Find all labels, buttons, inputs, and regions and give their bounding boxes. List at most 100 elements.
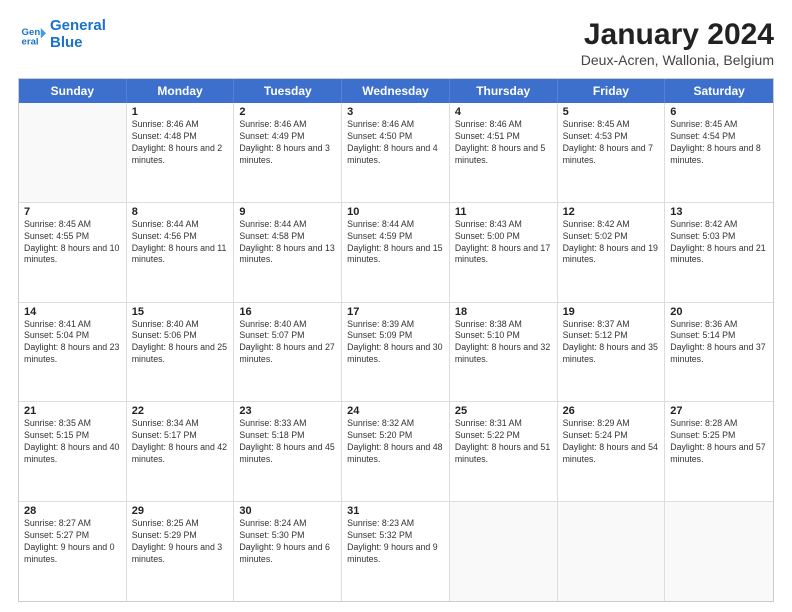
day-number: 8 [132, 206, 229, 218]
header-day-saturday: Saturday [665, 79, 773, 103]
cell-info: Sunrise: 8:45 AMSunset: 4:55 PMDaylight:… [24, 219, 121, 267]
cell-info: Sunrise: 8:24 AMSunset: 5:30 PMDaylight:… [239, 518, 336, 566]
calendar-cell: 15Sunrise: 8:40 AMSunset: 5:06 PMDayligh… [127, 303, 235, 402]
calendar-cell: 3Sunrise: 8:46 AMSunset: 4:50 PMDaylight… [342, 103, 450, 202]
calendar-row-3: 21Sunrise: 8:35 AMSunset: 5:15 PMDayligh… [19, 402, 773, 502]
cell-info: Sunrise: 8:37 AMSunset: 5:12 PMDaylight:… [563, 319, 660, 367]
cell-info: Sunrise: 8:40 AMSunset: 5:06 PMDaylight:… [132, 319, 229, 367]
day-number: 24 [347, 405, 444, 417]
calendar-cell: 13Sunrise: 8:42 AMSunset: 5:03 PMDayligh… [665, 203, 773, 302]
cell-info: Sunrise: 8:28 AMSunset: 5:25 PMDaylight:… [670, 418, 768, 466]
cell-info: Sunrise: 8:33 AMSunset: 5:18 PMDaylight:… [239, 418, 336, 466]
cell-info: Sunrise: 8:42 AMSunset: 5:02 PMDaylight:… [563, 219, 660, 267]
calendar-header: SundayMondayTuesdayWednesdayThursdayFrid… [19, 79, 773, 103]
calendar-cell: 12Sunrise: 8:42 AMSunset: 5:02 PMDayligh… [558, 203, 666, 302]
calendar-cell: 2Sunrise: 8:46 AMSunset: 4:49 PMDaylight… [234, 103, 342, 202]
calendar-cell: 8Sunrise: 8:44 AMSunset: 4:56 PMDaylight… [127, 203, 235, 302]
day-number: 27 [670, 405, 768, 417]
calendar-cell: 19Sunrise: 8:37 AMSunset: 5:12 PMDayligh… [558, 303, 666, 402]
day-number: 1 [132, 106, 229, 118]
cell-info: Sunrise: 8:38 AMSunset: 5:10 PMDaylight:… [455, 319, 552, 367]
calendar-cell [19, 103, 127, 202]
header-day-monday: Monday [127, 79, 235, 103]
day-number: 13 [670, 206, 768, 218]
day-number: 30 [239, 505, 336, 517]
calendar-cell: 1Sunrise: 8:46 AMSunset: 4:48 PMDaylight… [127, 103, 235, 202]
day-number: 21 [24, 405, 121, 417]
header-day-friday: Friday [558, 79, 666, 103]
calendar-cell: 16Sunrise: 8:40 AMSunset: 5:07 PMDayligh… [234, 303, 342, 402]
cell-info: Sunrise: 8:39 AMSunset: 5:09 PMDaylight:… [347, 319, 444, 367]
calendar: SundayMondayTuesdayWednesdayThursdayFrid… [18, 78, 774, 602]
calendar-row-0: 1Sunrise: 8:46 AMSunset: 4:48 PMDaylight… [19, 103, 773, 203]
calendar-cell: 25Sunrise: 8:31 AMSunset: 5:22 PMDayligh… [450, 402, 558, 501]
day-number: 19 [563, 306, 660, 318]
day-number: 16 [239, 306, 336, 318]
calendar-cell [665, 502, 773, 601]
logo-text: General Blue [50, 18, 106, 51]
cell-info: Sunrise: 8:31 AMSunset: 5:22 PMDaylight:… [455, 418, 552, 466]
cell-info: Sunrise: 8:43 AMSunset: 5:00 PMDaylight:… [455, 219, 552, 267]
day-number: 2 [239, 106, 336, 118]
calendar-cell: 28Sunrise: 8:27 AMSunset: 5:27 PMDayligh… [19, 502, 127, 601]
main-title: January 2024 [581, 18, 774, 52]
day-number: 15 [132, 306, 229, 318]
header-day-thursday: Thursday [450, 79, 558, 103]
calendar-cell: 29Sunrise: 8:25 AMSunset: 5:29 PMDayligh… [127, 502, 235, 601]
cell-info: Sunrise: 8:46 AMSunset: 4:49 PMDaylight:… [239, 119, 336, 167]
day-number: 28 [24, 505, 121, 517]
day-number: 10 [347, 206, 444, 218]
calendar-cell: 17Sunrise: 8:39 AMSunset: 5:09 PMDayligh… [342, 303, 450, 402]
day-number: 9 [239, 206, 336, 218]
day-number: 25 [455, 405, 552, 417]
cell-info: Sunrise: 8:44 AMSunset: 4:59 PMDaylight:… [347, 219, 444, 267]
day-number: 5 [563, 106, 660, 118]
cell-info: Sunrise: 8:46 AMSunset: 4:51 PMDaylight:… [455, 119, 552, 167]
cell-info: Sunrise: 8:27 AMSunset: 5:27 PMDaylight:… [24, 518, 121, 566]
logo: Gen eral General Blue [18, 18, 106, 51]
cell-info: Sunrise: 8:42 AMSunset: 5:03 PMDaylight:… [670, 219, 768, 267]
calendar-row-2: 14Sunrise: 8:41 AMSunset: 5:04 PMDayligh… [19, 303, 773, 403]
calendar-cell: 31Sunrise: 8:23 AMSunset: 5:32 PMDayligh… [342, 502, 450, 601]
calendar-cell: 21Sunrise: 8:35 AMSunset: 5:15 PMDayligh… [19, 402, 127, 501]
cell-info: Sunrise: 8:44 AMSunset: 4:56 PMDaylight:… [132, 219, 229, 267]
cell-info: Sunrise: 8:45 AMSunset: 4:53 PMDaylight:… [563, 119, 660, 167]
cell-info: Sunrise: 8:25 AMSunset: 5:29 PMDaylight:… [132, 518, 229, 566]
page: Gen eral General Blue January 2024 Deux-… [0, 0, 792, 612]
day-number: 17 [347, 306, 444, 318]
day-number: 18 [455, 306, 552, 318]
day-number: 11 [455, 206, 552, 218]
calendar-cell: 9Sunrise: 8:44 AMSunset: 4:58 PMDaylight… [234, 203, 342, 302]
day-number: 22 [132, 405, 229, 417]
subtitle: Deux-Acren, Wallonia, Belgium [581, 52, 774, 68]
calendar-body: 1Sunrise: 8:46 AMSunset: 4:48 PMDaylight… [19, 103, 773, 601]
day-number: 3 [347, 106, 444, 118]
day-number: 26 [563, 405, 660, 417]
calendar-cell: 4Sunrise: 8:46 AMSunset: 4:51 PMDaylight… [450, 103, 558, 202]
cell-info: Sunrise: 8:40 AMSunset: 5:07 PMDaylight:… [239, 319, 336, 367]
calendar-cell: 26Sunrise: 8:29 AMSunset: 5:24 PMDayligh… [558, 402, 666, 501]
calendar-cell: 14Sunrise: 8:41 AMSunset: 5:04 PMDayligh… [19, 303, 127, 402]
day-number: 23 [239, 405, 336, 417]
day-number: 14 [24, 306, 121, 318]
calendar-cell: 18Sunrise: 8:38 AMSunset: 5:10 PMDayligh… [450, 303, 558, 402]
logo-line2: Blue [50, 34, 83, 51]
day-number: 6 [670, 106, 768, 118]
cell-info: Sunrise: 8:29 AMSunset: 5:24 PMDaylight:… [563, 418, 660, 466]
calendar-cell [558, 502, 666, 601]
calendar-cell: 27Sunrise: 8:28 AMSunset: 5:25 PMDayligh… [665, 402, 773, 501]
day-number: 20 [670, 306, 768, 318]
cell-info: Sunrise: 8:41 AMSunset: 5:04 PMDaylight:… [24, 319, 121, 367]
cell-info: Sunrise: 8:44 AMSunset: 4:58 PMDaylight:… [239, 219, 336, 267]
calendar-row-1: 7Sunrise: 8:45 AMSunset: 4:55 PMDaylight… [19, 203, 773, 303]
day-number: 31 [347, 505, 444, 517]
header-day-tuesday: Tuesday [234, 79, 342, 103]
cell-info: Sunrise: 8:46 AMSunset: 4:50 PMDaylight:… [347, 119, 444, 167]
cell-info: Sunrise: 8:34 AMSunset: 5:17 PMDaylight:… [132, 418, 229, 466]
cell-info: Sunrise: 8:32 AMSunset: 5:20 PMDaylight:… [347, 418, 444, 466]
calendar-cell: 11Sunrise: 8:43 AMSunset: 5:00 PMDayligh… [450, 203, 558, 302]
header: Gen eral General Blue January 2024 Deux-… [18, 18, 774, 68]
day-number: 7 [24, 206, 121, 218]
header-day-sunday: Sunday [19, 79, 127, 103]
calendar-cell: 22Sunrise: 8:34 AMSunset: 5:17 PMDayligh… [127, 402, 235, 501]
